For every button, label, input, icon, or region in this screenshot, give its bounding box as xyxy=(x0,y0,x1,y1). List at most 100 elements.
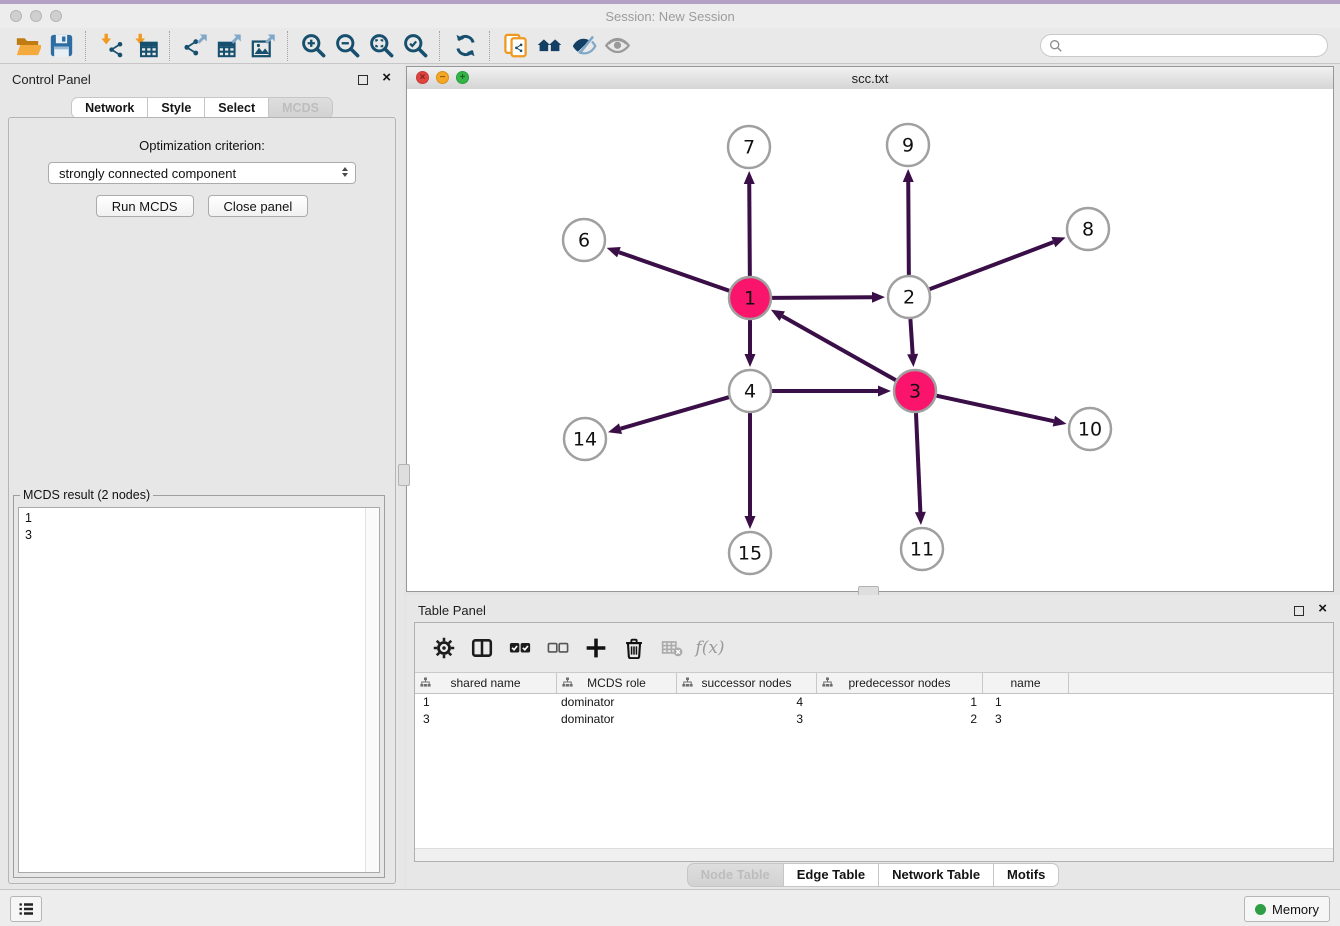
float-table-panel-icon[interactable] xyxy=(1294,606,1304,616)
vertical-splitter-handle[interactable] xyxy=(398,464,410,486)
graph-node-11[interactable]: 11 xyxy=(901,528,943,570)
graph-edge-1-7[interactable] xyxy=(744,171,755,276)
graph-edge-2-3[interactable] xyxy=(907,319,918,367)
graph-node-14[interactable]: 14 xyxy=(564,418,606,460)
tab-select[interactable]: Select xyxy=(205,97,269,119)
graph-node-10[interactable]: 10 xyxy=(1069,408,1111,450)
result-scrollbar[interactable] xyxy=(365,508,379,872)
graph-node-3[interactable]: 3 xyxy=(894,370,936,412)
table-cell[interactable]: dominator xyxy=(557,694,677,711)
table-cell[interactable]: 1 xyxy=(983,694,1069,711)
tab-motifs[interactable]: Motifs xyxy=(994,863,1059,887)
first-neighbors-icon[interactable] xyxy=(532,31,566,61)
column-header-mcds-role[interactable]: MCDS role xyxy=(557,673,677,693)
close-panel-button[interactable]: Close panel xyxy=(208,195,309,217)
zoom-selected-icon[interactable] xyxy=(398,31,432,61)
graph-edge-3-10[interactable] xyxy=(936,396,1066,427)
tab-style[interactable]: Style xyxy=(148,97,205,119)
export-network-icon[interactable] xyxy=(178,31,212,61)
graph-node-8[interactable]: 8 xyxy=(1067,208,1109,250)
graph-node-4[interactable]: 4 xyxy=(729,370,771,412)
tab-node-table[interactable]: Node Table xyxy=(687,863,784,887)
graph-node-9[interactable]: 9 xyxy=(887,124,929,166)
task-history-button[interactable] xyxy=(10,896,42,922)
svg-text:6: 6 xyxy=(578,230,590,252)
search-field[interactable] xyxy=(1040,34,1328,57)
tab-network-table[interactable]: Network Table xyxy=(879,863,994,887)
search-input[interactable] xyxy=(1068,37,1319,54)
import-table-icon[interactable] xyxy=(128,31,162,61)
graph-edge-4-3[interactable] xyxy=(772,386,891,397)
column-header-label: predecessor nodes xyxy=(848,676,950,690)
table-cell[interactable]: 4 xyxy=(677,694,817,711)
node-table-container: f(x) shared name MCDS role successor nod… xyxy=(414,622,1334,862)
zoom-fit-icon[interactable] xyxy=(364,31,398,61)
graph-node-1[interactable]: 1 xyxy=(729,277,771,319)
graph-edge-4-14[interactable] xyxy=(608,397,729,434)
tab-mcds[interactable]: MCDS xyxy=(269,97,333,119)
graph-edge-1-6[interactable] xyxy=(607,247,730,291)
table-cell[interactable]: 3 xyxy=(415,711,557,728)
split-table-view-icon[interactable] xyxy=(463,629,501,667)
table-settings-icon[interactable] xyxy=(425,629,463,667)
svg-text:15: 15 xyxy=(738,543,762,565)
graph-node-6[interactable]: 6 xyxy=(563,219,605,261)
network-canvas[interactable]: 7 9 6 8 1 2 4 3 14 10 15 11 xyxy=(407,89,1333,591)
close-table-panel-icon[interactable]: × xyxy=(1318,600,1327,617)
graph-node-2[interactable]: 2 xyxy=(888,276,930,318)
criterion-select[interactable]: strongly connected component xyxy=(48,162,356,184)
tab-network[interactable]: Network xyxy=(71,97,148,119)
save-session-icon[interactable] xyxy=(44,31,78,61)
zoom-out-icon[interactable] xyxy=(330,31,364,61)
clone-network-icon[interactable] xyxy=(498,31,532,61)
graph-node-15[interactable]: 15 xyxy=(729,532,771,574)
column-header-shared-name[interactable]: shared name xyxy=(415,673,557,693)
table-row[interactable]: 3dominator323 xyxy=(415,711,1333,728)
close-control-panel-icon[interactable]: × xyxy=(382,69,391,86)
graph-edge-3-1[interactable] xyxy=(771,310,896,380)
table-cell[interactable]: 3 xyxy=(677,711,817,728)
graph-edge-2-9[interactable] xyxy=(903,169,914,275)
table-cell[interactable]: 2 xyxy=(817,711,983,728)
apply-layout-icon[interactable] xyxy=(448,31,482,61)
graph-edge-4-15[interactable] xyxy=(745,413,756,529)
workspace: Control Panel × NetworkStyleSelectMCDS O… xyxy=(0,64,1340,890)
show-all-icon xyxy=(600,31,634,61)
table-panel: Table Panel × f(x) shared name MCDS role… xyxy=(406,595,1340,890)
open-session-icon[interactable] xyxy=(10,31,44,61)
select-all-rows-icon[interactable] xyxy=(501,629,539,667)
table-cell[interactable]: dominator xyxy=(557,711,677,728)
tab-edge-table[interactable]: Edge Table xyxy=(784,863,879,887)
graph-edge-2-8[interactable] xyxy=(930,237,1066,289)
graph-edge-1-2[interactable] xyxy=(772,292,885,303)
table-cell[interactable]: 1 xyxy=(817,694,983,711)
memory-status-icon xyxy=(1255,904,1266,915)
svg-text:2: 2 xyxy=(903,287,915,309)
table-cell[interactable]: 1 xyxy=(415,694,557,711)
float-control-panel-icon[interactable] xyxy=(358,75,368,85)
run-mcds-button[interactable]: Run MCDS xyxy=(96,195,194,217)
column-header-successor-nodes[interactable]: successor nodes xyxy=(677,673,817,693)
mcds-result-text[interactable]: 1 3 xyxy=(18,507,380,873)
svg-text:4: 4 xyxy=(744,381,756,403)
column-header-predecessor-nodes[interactable]: predecessor nodes xyxy=(817,673,983,693)
export-image-icon[interactable] xyxy=(246,31,280,61)
add-column-icon[interactable] xyxy=(577,629,615,667)
table-row[interactable]: 1dominator411 xyxy=(415,694,1333,711)
deselect-all-rows-icon[interactable] xyxy=(539,629,577,667)
graph-node-7[interactable]: 7 xyxy=(728,126,770,168)
export-table-icon[interactable] xyxy=(212,31,246,61)
table-horizontal-scrollbar[interactable] xyxy=(415,848,1333,861)
import-network-icon[interactable] xyxy=(94,31,128,61)
delete-column-icon[interactable] xyxy=(615,629,653,667)
network-window: × − + scc.txt 7 9 6 8 1 2 4 3 14 10 15 11 xyxy=(406,66,1334,592)
table-cell[interactable]: 3 xyxy=(983,711,1069,728)
graph-edge-1-4[interactable] xyxy=(745,320,756,367)
criterion-selected-value: strongly connected component xyxy=(59,166,236,181)
network-window-titlebar[interactable]: × − + scc.txt xyxy=(407,67,1333,90)
zoom-in-icon[interactable] xyxy=(296,31,330,61)
graph-edge-3-11[interactable] xyxy=(915,413,926,525)
column-header-name[interactable]: name xyxy=(983,673,1069,693)
hide-selected-icon[interactable] xyxy=(566,31,600,61)
memory-button[interactable]: Memory xyxy=(1244,896,1330,922)
